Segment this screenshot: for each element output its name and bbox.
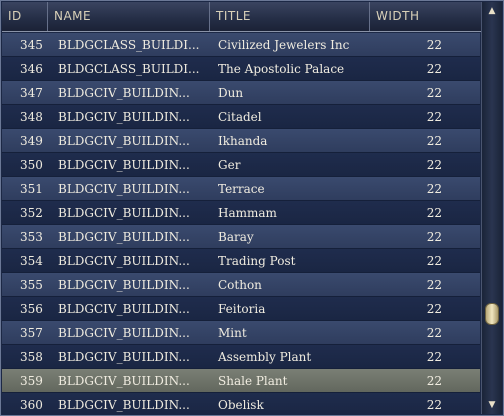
row-id: 359	[20, 374, 43, 388]
row-title: Citadel	[218, 110, 262, 124]
row-title: Hammam	[218, 206, 277, 220]
row-id: 347	[20, 86, 43, 100]
row-width: 22	[426, 158, 442, 172]
row-name: BLDGCIV_BUILDIN...	[58, 326, 190, 340]
row-width: 22	[426, 326, 442, 340]
row-id: 355	[20, 278, 43, 292]
table-header: ID NAME TITLE WIDTH	[2, 2, 482, 32]
row-id: 354	[20, 254, 43, 268]
row-width: 22	[426, 398, 442, 412]
row-width: 22	[426, 278, 442, 292]
row-title: Shale Plant	[218, 374, 288, 388]
row-title: Obelisk	[218, 398, 264, 412]
table-row[interactable]: 353 BLDGCIV_BUILDIN... Baray 22	[2, 225, 480, 249]
table-row[interactable]: 354 BLDGCIV_BUILDIN... Trading Post 22	[2, 249, 480, 273]
table-row[interactable]: 345 BLDGCLASS_BUILDI... Civilized Jewelers…	[2, 33, 480, 57]
row-name: BLDGCLASS_BUILDI...	[58, 38, 200, 52]
row-name: BLDGCIV_BUILDIN...	[58, 158, 190, 172]
row-width: 22	[426, 134, 442, 148]
table-row[interactable]: 346 BLDGCLASS_BUILDI... The Apostolic Pala…	[2, 57, 480, 81]
column-header-width[interactable]: WIDTH	[370, 2, 482, 31]
row-name: BLDGCIV_BUILDIN...	[58, 86, 190, 100]
vertical-scrollbar[interactable]: ▲ ▼	[481, 2, 502, 414]
row-title: Mint	[218, 326, 247, 340]
row-id: 356	[20, 302, 43, 316]
row-width: 22	[426, 254, 442, 268]
row-id: 351	[20, 182, 43, 196]
table-body: 345 BLDGCLASS_BUILDI... Civilized Jewelers…	[2, 33, 480, 415]
row-id: 349	[20, 134, 43, 148]
column-header-title[interactable]: TITLE	[210, 2, 370, 31]
table-row[interactable]: 348 BLDGCIV_BUILDIN... Citadel 22	[2, 105, 480, 129]
row-title: The Apostolic Palace	[218, 62, 345, 76]
table-row[interactable]: 350 BLDGCIV_BUILDIN... Ger 22	[2, 153, 480, 177]
row-title: Baray	[218, 230, 254, 244]
table-row[interactable]: 347 BLDGCIV_BUILDIN... Dun 22	[2, 81, 480, 105]
row-title: Cothon	[218, 278, 262, 292]
table-row[interactable]: 358 BLDGCIV_BUILDIN... Assembly Plant 22	[2, 345, 480, 369]
table-row[interactable]: 351 BLDGCIV_BUILDIN... Terrace 22	[2, 177, 480, 201]
row-id: 346	[20, 62, 43, 76]
table-row[interactable]: 357 BLDGCIV_BUILDIN... Mint 22	[2, 321, 480, 345]
table-row[interactable]: 349 BLDGCIV_BUILDIN... Ikhanda 22	[2, 129, 480, 153]
row-width: 22	[426, 374, 442, 388]
scroll-up-icon[interactable]: ▲	[484, 4, 500, 18]
column-header-name[interactable]: NAME	[48, 2, 210, 31]
row-title: Assembly Plant	[218, 350, 312, 364]
table-row[interactable]: 359 BLDGCIV_BUILDIN... Shale Plant 22	[2, 369, 480, 393]
row-id: 350	[20, 158, 43, 172]
row-width: 22	[426, 110, 442, 124]
scroll-down-icon[interactable]: ▼	[484, 398, 500, 412]
row-id: 358	[20, 350, 43, 364]
row-name: BLDGCIV_BUILDIN...	[58, 278, 190, 292]
row-name: BLDGCIV_BUILDIN...	[58, 350, 190, 364]
row-width: 22	[426, 182, 442, 196]
row-id: 360	[20, 398, 43, 412]
table-row[interactable]: 352 BLDGCIV_BUILDIN... Hammam 22	[2, 201, 480, 225]
row-id: 352	[20, 206, 43, 220]
row-title: Civilized Jewelers Inc	[218, 38, 350, 52]
row-width: 22	[426, 206, 442, 220]
row-width: 22	[426, 62, 442, 76]
row-id: 348	[20, 110, 43, 124]
row-name: BLDGCIV_BUILDIN...	[58, 206, 190, 220]
row-name: BLDGCIV_BUILDIN...	[58, 230, 190, 244]
table-row[interactable]: 355 BLDGCIV_BUILDIN... Cothon 22	[2, 273, 480, 297]
row-name: BLDGCIV_BUILDIN...	[58, 398, 190, 412]
row-title: Terrace	[218, 182, 265, 196]
row-width: 22	[426, 230, 442, 244]
row-name: BLDGCIV_BUILDIN...	[58, 182, 190, 196]
row-title: Ger	[218, 158, 241, 172]
row-name: BLDGCLASS_BUILDI...	[58, 62, 200, 76]
row-width: 22	[426, 86, 442, 100]
row-id: 353	[20, 230, 43, 244]
row-name: BLDGCIV_BUILDIN...	[58, 134, 190, 148]
row-title: Ikhanda	[218, 134, 268, 148]
row-id: 357	[20, 326, 43, 340]
building-list-panel: ID NAME TITLE WIDTH 345 BLDGCLASS_BUILDI.…	[0, 0, 504, 416]
row-width: 22	[426, 350, 442, 364]
table-row[interactable]: 360 BLDGCIV_BUILDIN... Obelisk 22	[2, 393, 480, 415]
row-title: Dun	[218, 86, 244, 100]
row-width: 22	[426, 302, 442, 316]
row-title: Feitoria	[218, 302, 266, 316]
column-header-id[interactable]: ID	[2, 2, 48, 31]
row-name: BLDGCIV_BUILDIN...	[58, 110, 190, 124]
row-name: BLDGCIV_BUILDIN...	[58, 302, 190, 316]
row-title: Trading Post	[218, 254, 296, 268]
row-id: 345	[20, 38, 43, 52]
row-name: BLDGCIV_BUILDIN...	[58, 254, 190, 268]
scrollbar-thumb[interactable]	[485, 303, 499, 325]
row-name: BLDGCIV_BUILDIN...	[58, 374, 190, 388]
row-width: 22	[426, 38, 442, 52]
table-row[interactable]: 356 BLDGCIV_BUILDIN... Feitoria 22	[2, 297, 480, 321]
